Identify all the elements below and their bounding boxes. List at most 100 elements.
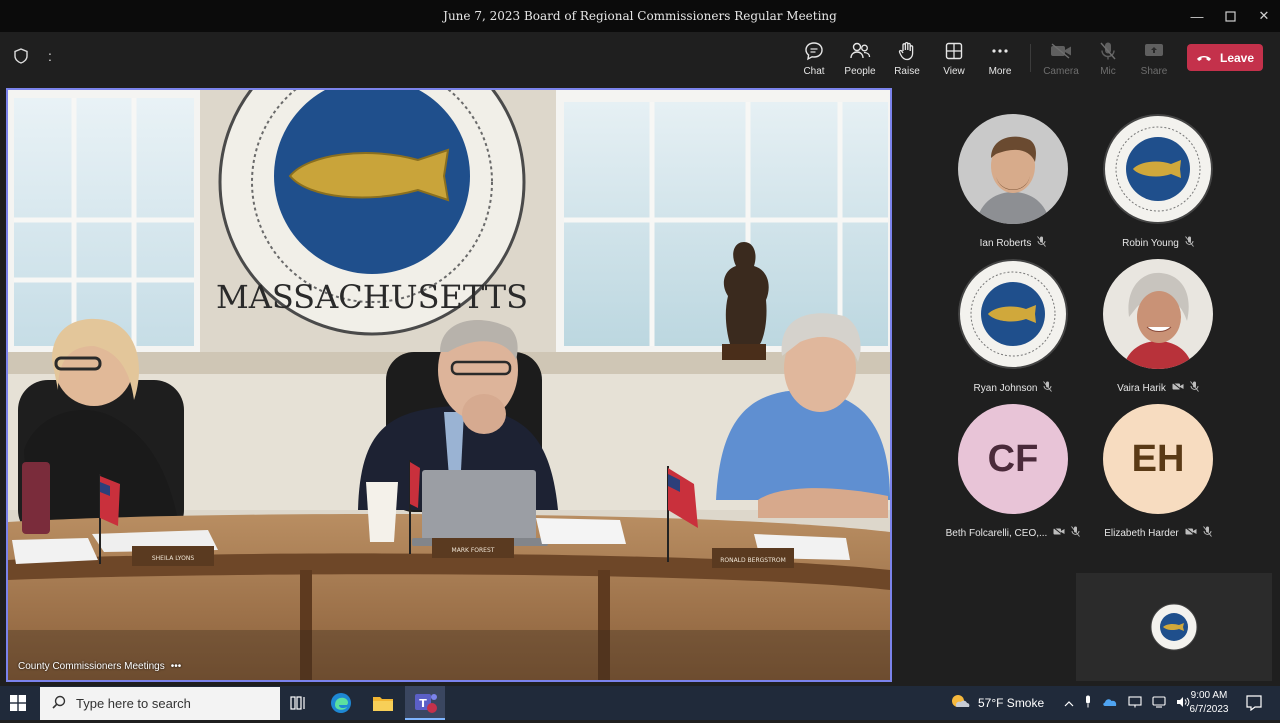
raise-hand-button[interactable]: Raise [881, 40, 933, 80]
participant-name: Beth Folcarelli, CEO,... [945, 527, 1048, 539]
mic-button[interactable]: Mic [1082, 40, 1134, 80]
close-button[interactable]: ✕ [1250, 4, 1278, 28]
clock-date: 6/7/2023 [1189, 704, 1229, 715]
participant-name-row: Elizabeth Harder [1078, 526, 1238, 540]
view-button[interactable]: View [928, 40, 980, 80]
participant-name-row: Ryan Johnson [933, 381, 1093, 395]
participant-name: Ryan Johnson [973, 382, 1038, 394]
people-button[interactable]: People [834, 40, 886, 80]
video-source-name: County Commissioners Meetings [18, 661, 165, 672]
mic-off-icon [1202, 526, 1212, 540]
network-icon[interactable] [1128, 695, 1142, 711]
mic-off-icon [1037, 236, 1047, 250]
participant-tile[interactable]: EH Elizabeth Harder [1098, 404, 1218, 544]
chat-label: Chat [803, 66, 825, 77]
leave-button[interactable]: Leave [1187, 44, 1263, 71]
participant-name: Elizabeth Harder [1104, 527, 1179, 539]
share-label: Share [1140, 66, 1168, 77]
video-options-icon[interactable]: ••• [171, 661, 182, 672]
camera-off-icon [1172, 382, 1184, 394]
participant-name: Ian Roberts [979, 237, 1032, 249]
toolbar-divider [1030, 44, 1031, 72]
layout-grid-icon [945, 40, 963, 62]
hang-up-icon [1196, 51, 1212, 65]
weather-sun-icon [950, 693, 970, 714]
teams-icon: T [415, 694, 437, 713]
maximize-button[interactable] [1216, 4, 1244, 28]
participant-name: Vaira Harik [1117, 382, 1166, 394]
chat-icon [804, 40, 824, 62]
display-icon[interactable] [1152, 695, 1166, 711]
initials-avatar: EH [1103, 404, 1213, 514]
hand-icon [897, 40, 917, 62]
search-placeholder: Type here to search [76, 696, 191, 711]
leave-label: Leave [1219, 50, 1255, 65]
shield-icon[interactable] [14, 48, 28, 67]
participant-tile[interactable]: Ryan Johnson [953, 259, 1073, 399]
people-icon [849, 40, 871, 62]
people-label: People [844, 66, 876, 77]
camera-off-icon [1050, 40, 1072, 62]
self-preview[interactable] [1076, 573, 1272, 681]
more-button[interactable]: More [974, 40, 1026, 80]
windows-start-icon[interactable] [10, 695, 26, 716]
participant-name: Robin Young [1122, 237, 1179, 249]
minimize-button[interactable]: — [1183, 4, 1211, 28]
nameplate-center: MARK FOREST [452, 547, 495, 554]
participant-tile[interactable]: Vaira Harik [1098, 259, 1218, 399]
participant-name-row: Robin Young [1078, 236, 1238, 250]
share-screen-icon [1144, 40, 1164, 62]
meeting-room-scene: MASSACHUSETTS SHEILA LYONS MARK FOREST R… [8, 90, 890, 680]
weather-widget[interactable]: 57°F Smoke [950, 686, 1044, 720]
main-video-feed[interactable]: MASSACHUSETTS SHEILA LYONS MARK FOREST R… [6, 88, 892, 682]
file-explorer-icon[interactable] [372, 693, 394, 718]
mic-off-icon [1185, 236, 1194, 250]
edge-browser-icon[interactable] [330, 692, 352, 719]
participant-tile[interactable]: CF Beth Folcarelli, CEO,... [946, 404, 1081, 544]
more-label: More [988, 66, 1012, 77]
participant-name-row: Beth Folcarelli, CEO,... [933, 526, 1093, 540]
participant-name-row: Ian Roberts [933, 236, 1093, 250]
participant-tile[interactable]: Robin Young [1098, 114, 1218, 254]
taskbar-search-input[interactable]: Type here to search [40, 687, 280, 720]
county-seal-avatar [958, 259, 1068, 369]
mic-label: Mic [1100, 66, 1116, 77]
windows-taskbar: Type here to search T 57°F Smoke 9:00 AM… [0, 686, 1280, 720]
chat-button[interactable]: Chat [788, 40, 840, 80]
avatar [958, 114, 1068, 224]
avatar [1103, 259, 1213, 369]
camera-off-icon [1184, 527, 1197, 539]
task-view-icon[interactable] [290, 695, 308, 716]
microphone-icon[interactable] [1084, 695, 1092, 711]
chevron-up-icon[interactable] [1064, 696, 1074, 710]
more-dots-icon [991, 40, 1009, 62]
initials-avatar: CF [958, 404, 1068, 514]
participant-tile[interactable]: Ian Roberts [953, 114, 1073, 254]
county-seal-icon [1150, 603, 1198, 651]
taskbar-clock[interactable]: 9:00 AM 6/7/2023 [1182, 689, 1236, 717]
teams-taskbar-button[interactable]: T [405, 686, 445, 720]
weather-text: 57°F Smoke [978, 696, 1045, 710]
system-tray [1064, 686, 1190, 720]
participant-name-row: Vaira Harik [1078, 381, 1238, 395]
svg-text:T: T [419, 697, 427, 710]
county-seal-avatar [1103, 114, 1213, 224]
share-button[interactable]: Share [1128, 40, 1180, 80]
meeting-info-menu[interactable]: : [48, 48, 52, 67]
view-label: View [943, 66, 965, 77]
onedrive-cloud-icon[interactable] [1102, 696, 1118, 710]
window-title: June 7, 2023 Board of Regional Commissio… [443, 9, 837, 23]
clock-time: 9:00 AM [1190, 690, 1228, 701]
nameplate-left: SHEILA LYONS [152, 555, 194, 562]
nameplate-right: RONALD BERGSTROM [720, 557, 786, 564]
mic-off-icon [1190, 381, 1199, 395]
notifications-icon[interactable] [1246, 695, 1262, 716]
mic-off-icon [1043, 381, 1053, 395]
mic-off-icon [1099, 40, 1117, 62]
title-bar: June 7, 2023 Board of Regional Commissio… [0, 0, 1280, 32]
search-icon [52, 695, 66, 712]
camera-off-icon [1053, 527, 1065, 539]
video-source-label: County Commissioners Meetings ••• [18, 661, 181, 672]
camera-button[interactable]: Camera [1035, 40, 1087, 80]
seal-bottom-text: MASSACHUSETTS [216, 278, 528, 316]
